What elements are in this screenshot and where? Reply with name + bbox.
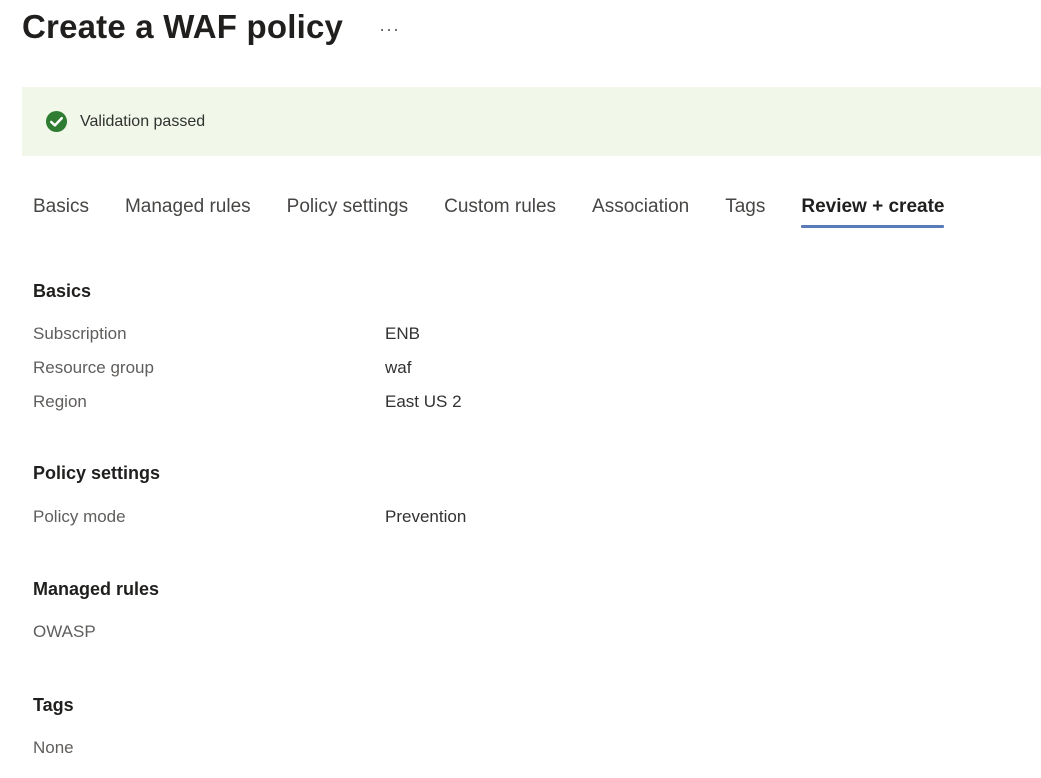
resource-group-value: waf <box>385 358 412 377</box>
section-heading-policy-settings: Policy settings <box>33 463 161 483</box>
waf-policy-review-page: Create a WAF policy ··· Validation passe… <box>0 0 1041 778</box>
tags-value: None <box>33 738 74 757</box>
section-heading-managed-rules: Managed rules <box>33 579 160 599</box>
tab-tags[interactable]: Tags <box>725 196 765 228</box>
section-heading-tags: Tags <box>33 695 74 715</box>
tab-basics[interactable]: Basics <box>33 196 89 228</box>
title-row: Create a WAF policy ··· <box>22 8 400 46</box>
tab-managed-rules[interactable]: Managed rules <box>125 196 251 228</box>
resource-group-label: Resource group <box>33 358 154 377</box>
more-options-button[interactable]: ··· <box>379 19 400 40</box>
policy-mode-label: Policy mode <box>33 507 126 526</box>
wizard-tabs: Basics Managed rules Policy settings Cus… <box>33 196 980 228</box>
check-circle-icon <box>45 110 68 133</box>
region-label: Region <box>33 392 87 411</box>
tab-review-create[interactable]: Review + create <box>801 196 945 228</box>
region-value: East US 2 <box>385 392 462 411</box>
managed-rules-value: OWASP <box>33 622 96 641</box>
subscription-value: ENB <box>385 324 420 343</box>
policy-mode-value: Prevention <box>385 507 467 526</box>
section-heading-basics: Basics <box>33 281 92 301</box>
tab-policy-settings[interactable]: Policy settings <box>287 196 408 228</box>
validation-status-text: Validation passed <box>80 112 206 130</box>
tab-custom-rules[interactable]: Custom rules <box>444 196 556 228</box>
validation-banner: Validation passed <box>22 87 1041 156</box>
tab-association[interactable]: Association <box>592 196 689 228</box>
subscription-label: Subscription <box>33 324 127 343</box>
page-title: Create a WAF policy <box>22 8 344 45</box>
